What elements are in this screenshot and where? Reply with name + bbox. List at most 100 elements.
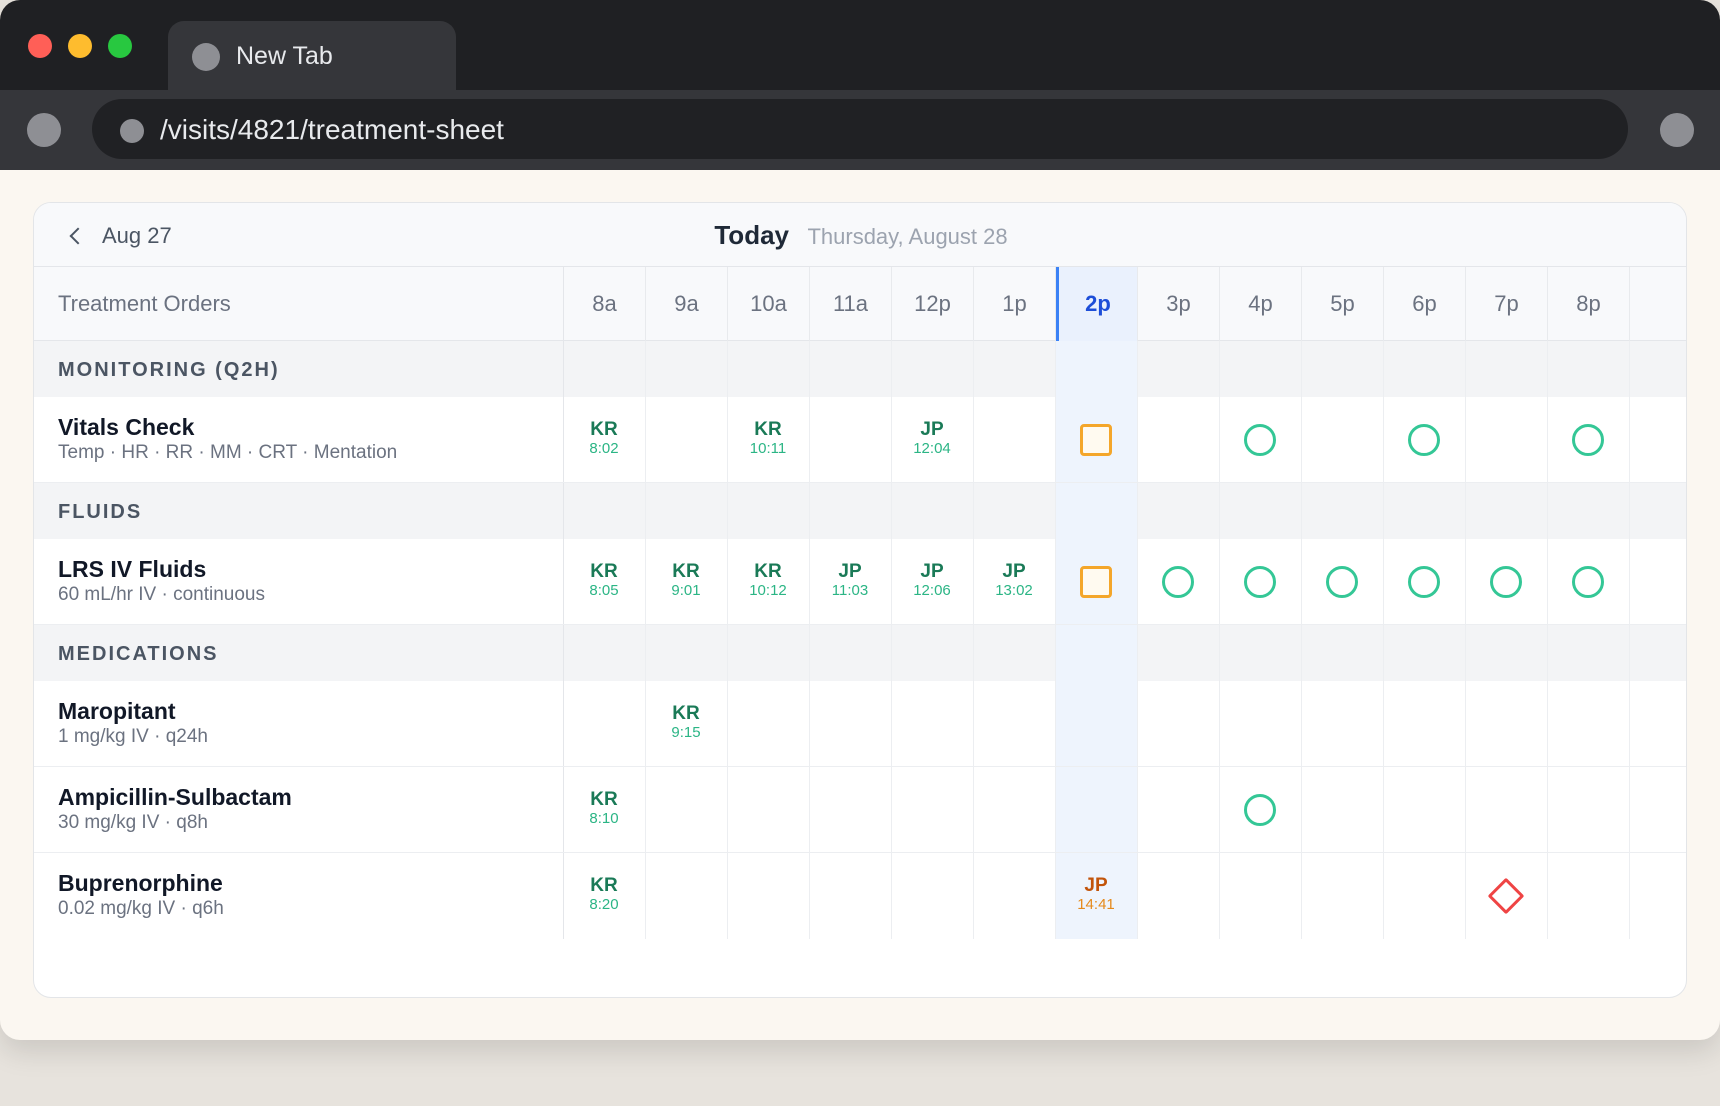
completed-administration-cell[interactable]: JP 13:02 — [973, 562, 1055, 600]
scheduled-circle-icon[interactable] — [1162, 566, 1194, 598]
browser-toolbar: /visits/4821/treatment-sheet — [0, 90, 1720, 170]
completed-administration-cell[interactable]: KR 10:12 — [727, 562, 809, 600]
browser-tab[interactable]: New Tab — [168, 21, 456, 90]
address-bar[interactable]: /visits/4821/treatment-sheet — [92, 99, 1628, 159]
address-text[interactable]: /visits/4821/treatment-sheet — [160, 114, 504, 146]
column-divider — [973, 483, 974, 539]
administered-time: 12:06 — [913, 582, 951, 599]
column-divider — [1055, 625, 1056, 681]
due-now-square-icon[interactable] — [1080, 566, 1112, 598]
scheduled-circle-icon[interactable] — [1408, 566, 1440, 598]
column-divider — [1219, 767, 1220, 852]
close-window-button[interactable] — [28, 34, 52, 58]
scheduled-circle-icon[interactable] — [1244, 566, 1276, 598]
completed-administration-cell[interactable]: KR 9:15 — [645, 704, 727, 742]
column-divider — [1465, 483, 1466, 539]
column-divider — [1383, 397, 1384, 482]
column-divider — [1465, 625, 1466, 681]
staff-initials: KR — [754, 419, 782, 440]
staff-initials: KR — [754, 561, 782, 582]
current-hour-band — [1055, 767, 1137, 852]
column-divider — [973, 341, 974, 397]
minimize-window-button[interactable] — [68, 34, 92, 58]
column-divider — [1055, 767, 1056, 852]
administered-time: 14:41 — [1077, 896, 1115, 913]
column-divider — [1383, 341, 1384, 397]
late-administration-cell[interactable]: JP 14:41 — [1055, 876, 1137, 914]
administered-time: 9:15 — [671, 724, 701, 741]
column-divider — [645, 483, 646, 539]
hour-header-7p: 7p — [1466, 267, 1548, 341]
administered-time: 8:20 — [589, 896, 619, 913]
column-divider — [1465, 767, 1466, 852]
column-divider — [563, 681, 564, 766]
completed-administration-cell[interactable]: JP 12:06 — [891, 562, 973, 600]
column-divider — [891, 681, 892, 766]
back-button[interactable] — [27, 113, 61, 147]
column-divider — [1137, 341, 1138, 397]
column-divider — [1137, 397, 1138, 482]
column-divider — [1383, 483, 1384, 539]
profile-button[interactable] — [1660, 113, 1694, 147]
maximize-window-button[interactable] — [108, 34, 132, 58]
column-divider — [1629, 767, 1630, 852]
administered-time: 8:02 — [589, 440, 619, 457]
column-divider — [1629, 625, 1630, 681]
scheduled-circle-icon[interactable] — [1572, 424, 1604, 456]
column-divider — [1465, 853, 1466, 939]
order-row[interactable]: Vitals Check Temp · HR · RR · MM · CRT · … — [34, 397, 1686, 483]
due-now-square-icon[interactable] — [1080, 424, 1112, 456]
date-header: Aug 27 Today Thursday, August 28 — [34, 203, 1686, 267]
column-divider — [1383, 767, 1384, 852]
order-detail: 0.02 mg/kg IV · q6h — [58, 898, 224, 919]
column-divider — [809, 397, 810, 482]
column-divider — [1629, 681, 1630, 766]
missed-diamond-icon[interactable] — [1487, 877, 1525, 915]
scheduled-circle-icon[interactable] — [1244, 794, 1276, 826]
order-row[interactable]: LRS IV Fluids 60 mL/hr IV · continuous KR 8… — [34, 539, 1686, 625]
hour-header-12p: 12p — [892, 267, 974, 341]
completed-administration-cell[interactable]: KR 9:01 — [645, 562, 727, 600]
order-row[interactable]: Ampicillin-Sulbactam 30 mg/kg IV · q8h KR 8… — [34, 767, 1686, 853]
staff-initials: KR — [672, 561, 700, 582]
hour-header-5p: 5p — [1302, 267, 1384, 341]
column-divider — [891, 483, 892, 539]
column-divider — [1055, 341, 1056, 397]
column-divider — [973, 681, 974, 766]
completed-administration-cell[interactable]: JP 12:04 — [891, 420, 973, 458]
order-detail: 1 mg/kg IV · q24h — [58, 726, 208, 747]
administered-time: 10:12 — [749, 582, 787, 599]
completed-administration-cell[interactable]: KR 8:10 — [563, 790, 645, 828]
column-divider — [1137, 483, 1138, 539]
scheduled-circle-icon[interactable] — [1408, 424, 1440, 456]
completed-administration-cell[interactable]: KR 8:02 — [563, 420, 645, 458]
site-info-icon[interactable] — [120, 119, 144, 143]
scheduled-circle-icon[interactable] — [1572, 566, 1604, 598]
column-divider — [1301, 397, 1302, 482]
current-hour-band — [1055, 483, 1137, 539]
column-divider — [1137, 853, 1138, 939]
today-date: Thursday, August 28 — [807, 224, 1008, 249]
order-row[interactable]: Buprenorphine 0.02 mg/kg IV · q6h KR 8:20 JP… — [34, 853, 1686, 939]
hour-header-10a: 10a — [728, 267, 810, 341]
completed-administration-cell[interactable]: KR 8:20 — [563, 876, 645, 914]
column-divider — [973, 625, 974, 681]
column-divider — [973, 853, 974, 939]
order-row[interactable]: Maropitant 1 mg/kg IV · q24h KR 9:15 — [34, 681, 1686, 767]
order-detail: 60 mL/hr IV · continuous — [58, 584, 265, 605]
administered-time: 8:05 — [589, 582, 619, 599]
completed-administration-cell[interactable]: JP 11:03 — [809, 562, 891, 600]
scheduled-circle-icon[interactable] — [1326, 566, 1358, 598]
completed-administration-cell[interactable]: KR 8:05 — [563, 562, 645, 600]
completed-administration-cell[interactable]: KR 10:11 — [727, 420, 809, 458]
column-divider — [1547, 853, 1548, 939]
column-divider — [1465, 397, 1466, 482]
scheduled-circle-icon[interactable] — [1490, 566, 1522, 598]
hour-header-3p: 3p — [1138, 267, 1220, 341]
column-divider — [1301, 681, 1302, 766]
column-divider — [727, 767, 728, 852]
current-hour-band — [1055, 625, 1137, 681]
staff-initials: JP — [920, 419, 944, 440]
scheduled-circle-icon[interactable] — [1244, 424, 1276, 456]
hour-header-1p: 1p — [974, 267, 1056, 341]
